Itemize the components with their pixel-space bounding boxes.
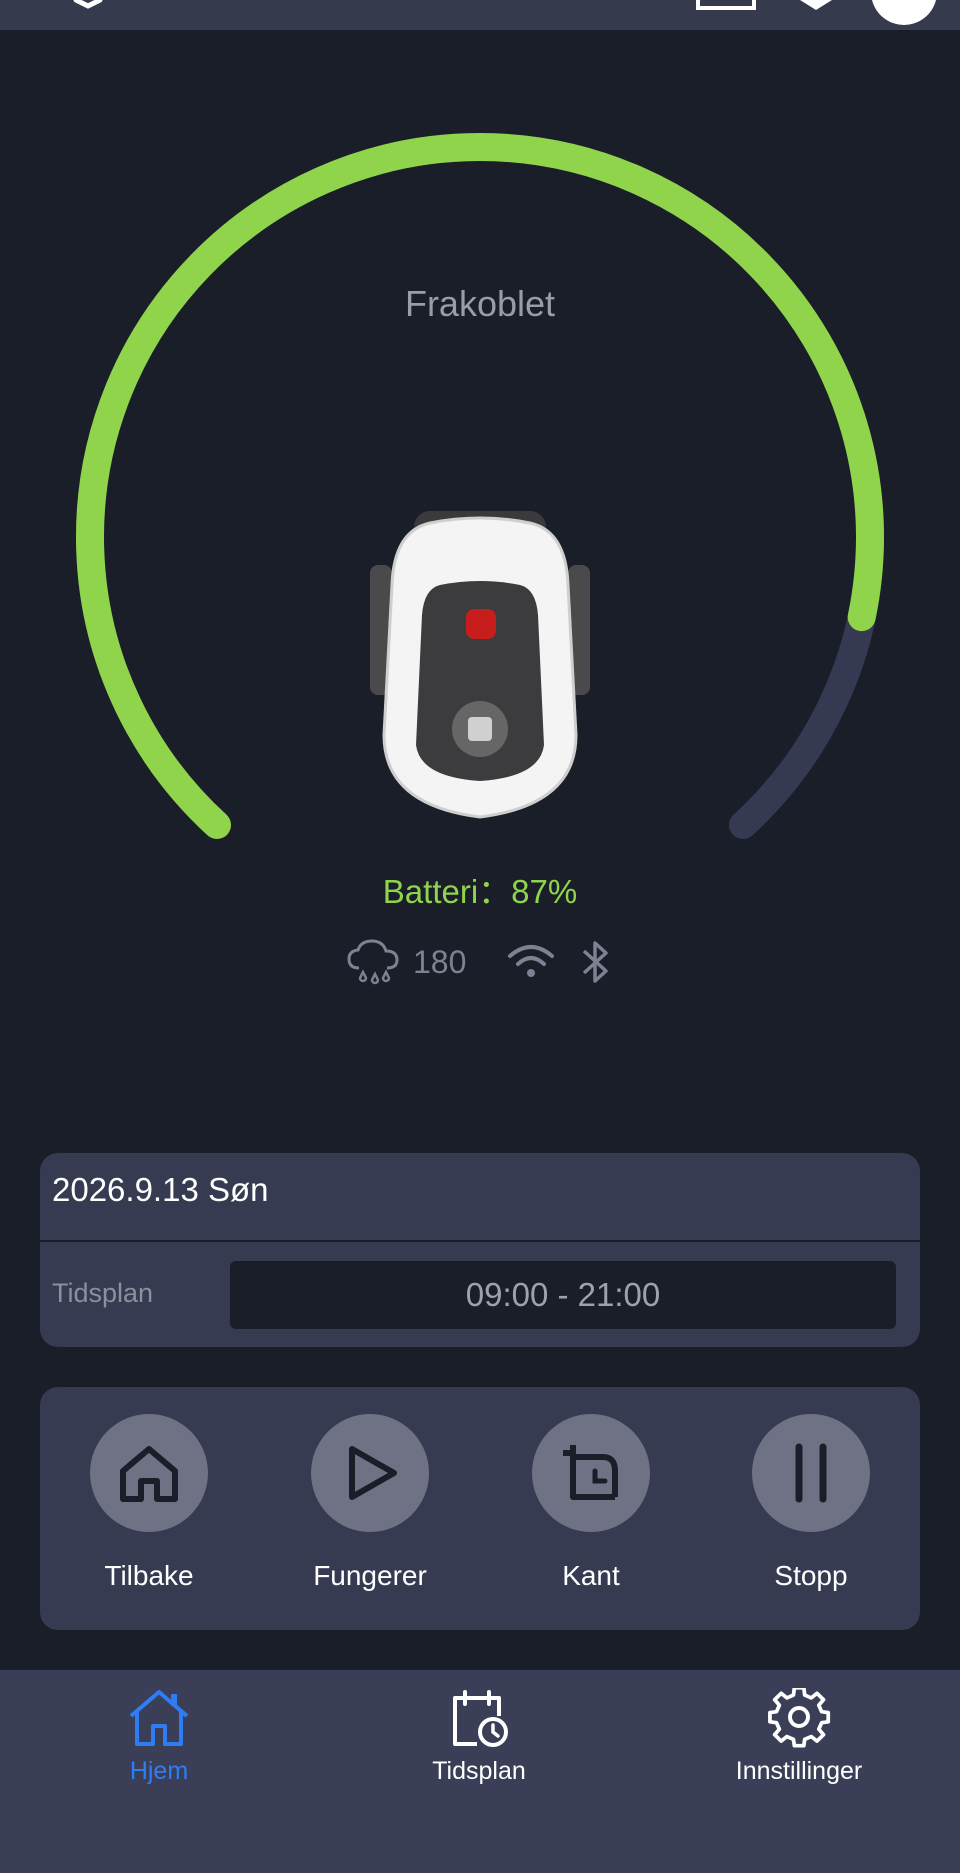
schedule-card: 2026.9.13 Søn Tidsplan 09:00 - 21:00 bbox=[40, 1153, 920, 1347]
home-icon bbox=[120, 1446, 178, 1502]
nav-schedule[interactable]: Tidsplan bbox=[349, 1688, 609, 1786]
edge-mowing-label: Kant bbox=[562, 1560, 620, 1591]
start-mowing-label: Fungerer bbox=[313, 1560, 427, 1591]
nav-schedule-label: Tidsplan bbox=[432, 1757, 526, 1785]
start-mowing-button[interactable]: Fungerer bbox=[270, 1414, 470, 1592]
wifi-icon bbox=[508, 945, 555, 977]
home-icon bbox=[129, 1690, 189, 1746]
return-home-label: Tilbake bbox=[104, 1560, 194, 1591]
start-mowing-circle[interactable] bbox=[311, 1414, 429, 1532]
nav-settings[interactable]: Innstillinger bbox=[669, 1685, 929, 1786]
edge-mowing-circle[interactable] bbox=[532, 1414, 650, 1532]
calendar-clock-icon bbox=[453, 1690, 508, 1747]
nav-home[interactable]: Hjem bbox=[29, 1688, 289, 1786]
edge-mowing-button[interactable]: Kant bbox=[491, 1414, 691, 1592]
stop-label: Stopp bbox=[774, 1560, 848, 1591]
divider bbox=[40, 1240, 920, 1242]
status-indicators: 180 bbox=[345, 938, 610, 986]
gear-icon bbox=[768, 1685, 831, 1748]
bluetooth-icon bbox=[583, 941, 609, 983]
rain-cloud-icon bbox=[347, 939, 399, 985]
schedule-date: 2026.9.13 Søn bbox=[52, 1171, 269, 1208]
schedule-label: Tidsplan bbox=[52, 1278, 154, 1308]
nav-home-label: Hjem bbox=[129, 1757, 189, 1785]
connection-status: Frakoblet bbox=[404, 283, 556, 324]
pause-icon bbox=[795, 1443, 827, 1503]
battery-level: Batteri：87% bbox=[382, 873, 578, 910]
stop-circle[interactable] bbox=[752, 1414, 870, 1532]
return-home-button[interactable]: Tilbake bbox=[49, 1414, 249, 1592]
nav-settings-label: Innstillinger bbox=[735, 1757, 863, 1785]
mower-image bbox=[370, 511, 590, 819]
play-icon bbox=[349, 1446, 397, 1500]
return-home-circle[interactable] bbox=[90, 1414, 208, 1532]
controls-card: Tilbake Fungerer Kant Stopp bbox=[40, 1387, 920, 1630]
rain-value: 180 bbox=[413, 943, 467, 980]
bottom-nav: Hjem Tidsplan Innstillinger bbox=[0, 1670, 960, 1873]
stop-button[interactable]: Stopp bbox=[711, 1414, 911, 1592]
schedule-time-range[interactable]: 09:00 - 21:00 bbox=[230, 1261, 896, 1329]
edge-icon bbox=[563, 1445, 618, 1500]
